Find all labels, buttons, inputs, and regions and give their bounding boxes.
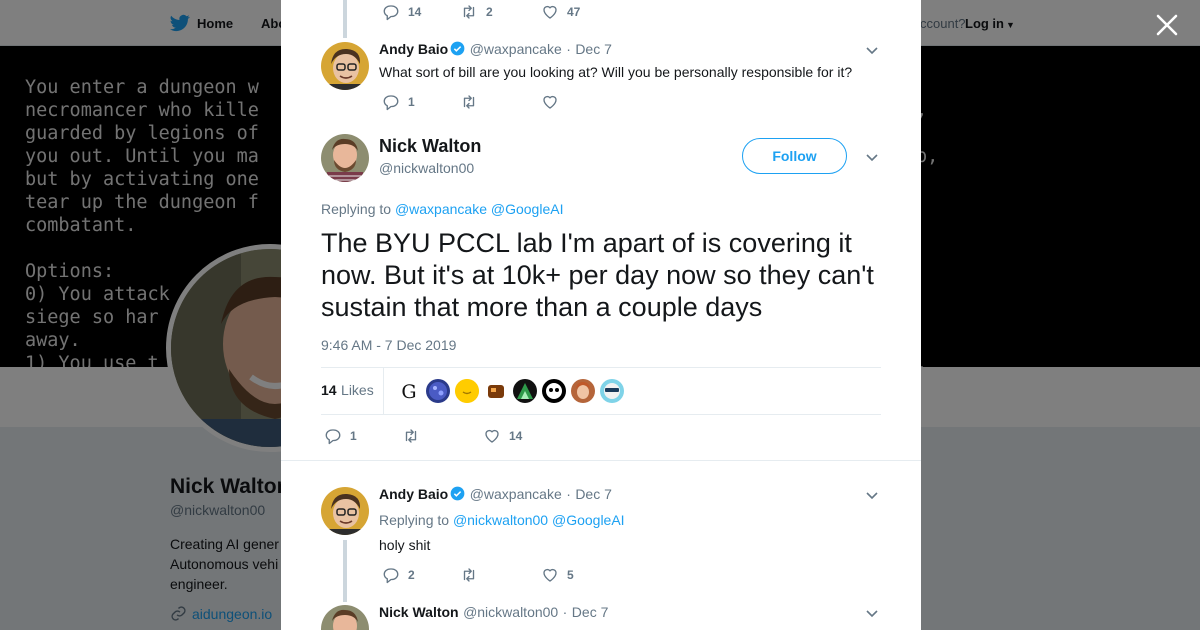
retweet-icon <box>463 568 475 582</box>
heart-icon <box>543 568 557 582</box>
liker-avatar[interactable] <box>542 379 566 403</box>
reply-count: 2 <box>408 568 415 582</box>
likes-count: 14 <box>321 382 337 398</box>
heart-icon <box>485 429 499 443</box>
reply-action[interactable]: 1 <box>324 427 357 445</box>
chevron-down-icon[interactable] <box>865 150 879 164</box>
heart-icon <box>543 95 557 109</box>
liker-avatar[interactable]: G <box>397 379 421 403</box>
reply-icon <box>383 568 399 584</box>
tweet-date[interactable]: Dec 7 <box>575 486 612 502</box>
author-handle[interactable]: @waxpancake <box>470 486 562 502</box>
author-handle[interactable]: @nickwalton00 <box>379 160 474 176</box>
divider <box>321 414 881 415</box>
like-action[interactable] <box>541 93 567 111</box>
like-action[interactable]: 47 <box>541 3 580 21</box>
tweet-text: holy shit <box>379 537 431 553</box>
thread-connector <box>343 0 347 38</box>
tweet-date[interactable]: Dec 7 <box>572 604 609 620</box>
reply-count: 1 <box>350 429 357 443</box>
avatar[interactable] <box>321 487 369 535</box>
verified-badge-icon <box>450 41 465 56</box>
replying-to: Replying to @nickwalton00 @GoogleAI <box>379 512 625 528</box>
replying-to-label: Replying to <box>321 201 392 217</box>
separator: · <box>566 41 571 57</box>
tweet-timestamp[interactable]: 9:46 AM - 7 Dec 2019 <box>321 337 456 353</box>
retweet-icon <box>463 5 475 19</box>
liker-avatar[interactable] <box>571 379 595 403</box>
follow-button[interactable]: Follow <box>742 138 847 174</box>
chevron-down-icon[interactable] <box>865 43 879 57</box>
retweet-action[interactable] <box>402 427 428 445</box>
likes-stat[interactable]: 14 Likes <box>321 382 374 400</box>
mention-link[interactable]: @waxpancake <box>395 201 487 217</box>
thread-connector <box>343 540 347 602</box>
liker-avatar[interactable] <box>426 379 450 403</box>
retweet-action[interactable] <box>460 93 486 111</box>
tweet-header: Andy Baio @waxpancake · Dec 7 <box>379 486 612 504</box>
reply-icon <box>325 429 341 445</box>
author-name[interactable]: Nick Walton <box>379 136 481 157</box>
reply-action[interactable]: 14 <box>382 3 421 21</box>
tweet-text: What sort of bill are you looking at? Wi… <box>379 64 853 80</box>
avatar[interactable] <box>321 605 369 630</box>
retweet-icon <box>463 95 475 109</box>
reply-count: 1 <box>408 95 415 109</box>
replying-to-label: Replying to <box>379 512 450 528</box>
separator: · <box>562 604 568 620</box>
close-icon[interactable] <box>1154 12 1180 38</box>
reply-count: 14 <box>408 5 422 19</box>
author-name[interactable]: Andy Baio <box>379 486 448 502</box>
liker-avatar[interactable] <box>600 379 624 403</box>
author-handle[interactable]: @nickwalton00 <box>463 604 558 620</box>
replying-to: Replying to @waxpancake @GoogleAI <box>321 201 563 217</box>
tweet-permalink-modal: 14 2 47 Andy Baio @waxpancake · Dec 7 Wh… <box>281 0 921 630</box>
heart-icon <box>543 5 557 19</box>
retweet-count: 2 <box>486 5 493 19</box>
reply-icon <box>383 5 399 21</box>
likes-label: Likes <box>341 382 374 398</box>
like-count: 14 <box>509 429 523 443</box>
mention-link[interactable]: @GoogleAI <box>491 201 564 217</box>
like-action[interactable]: 14 <box>483 427 522 445</box>
like-count: 47 <box>567 5 581 19</box>
author-name[interactable]: Nick Walton <box>379 604 459 620</box>
verified-badge-icon <box>450 486 465 501</box>
liker-avatar[interactable] <box>455 379 479 403</box>
mention-link[interactable]: @GoogleAI <box>552 512 625 528</box>
reply-action[interactable]: 1 <box>382 93 415 111</box>
liker-avatar[interactable] <box>484 379 508 403</box>
avatar[interactable] <box>321 42 369 90</box>
chevron-down-icon[interactable] <box>865 488 879 502</box>
tweet-header: Nick Walton @nickwalton00 · Dec 7 <box>379 604 608 622</box>
svg-text:G: G <box>401 381 416 403</box>
author-name[interactable]: Andy Baio <box>379 41 448 57</box>
avatar[interactable] <box>321 134 369 182</box>
separator: · <box>566 486 571 502</box>
reply-icon <box>383 95 399 111</box>
chevron-down-icon[interactable] <box>865 606 879 620</box>
retweet-icon <box>405 429 417 443</box>
like-count: 5 <box>567 568 574 582</box>
reply-action[interactable]: 2 <box>382 566 415 584</box>
author-handle[interactable]: @waxpancake <box>470 41 562 57</box>
retweet-action[interactable] <box>460 566 486 584</box>
tweet-date[interactable]: Dec 7 <box>575 41 612 57</box>
liker-avatar[interactable] <box>513 379 537 403</box>
tweet-text: The BYU PCCL lab I'm apart of is coverin… <box>321 228 874 322</box>
section-separator <box>281 460 921 470</box>
mention-link[interactable]: @nickwalton00 <box>453 512 548 528</box>
stats-divider <box>383 368 384 414</box>
tweet-header: Andy Baio @waxpancake · Dec 7 <box>379 41 612 59</box>
like-action[interactable]: 5 <box>541 566 574 584</box>
divider <box>321 367 881 368</box>
retweet-action[interactable]: 2 <box>460 3 493 21</box>
